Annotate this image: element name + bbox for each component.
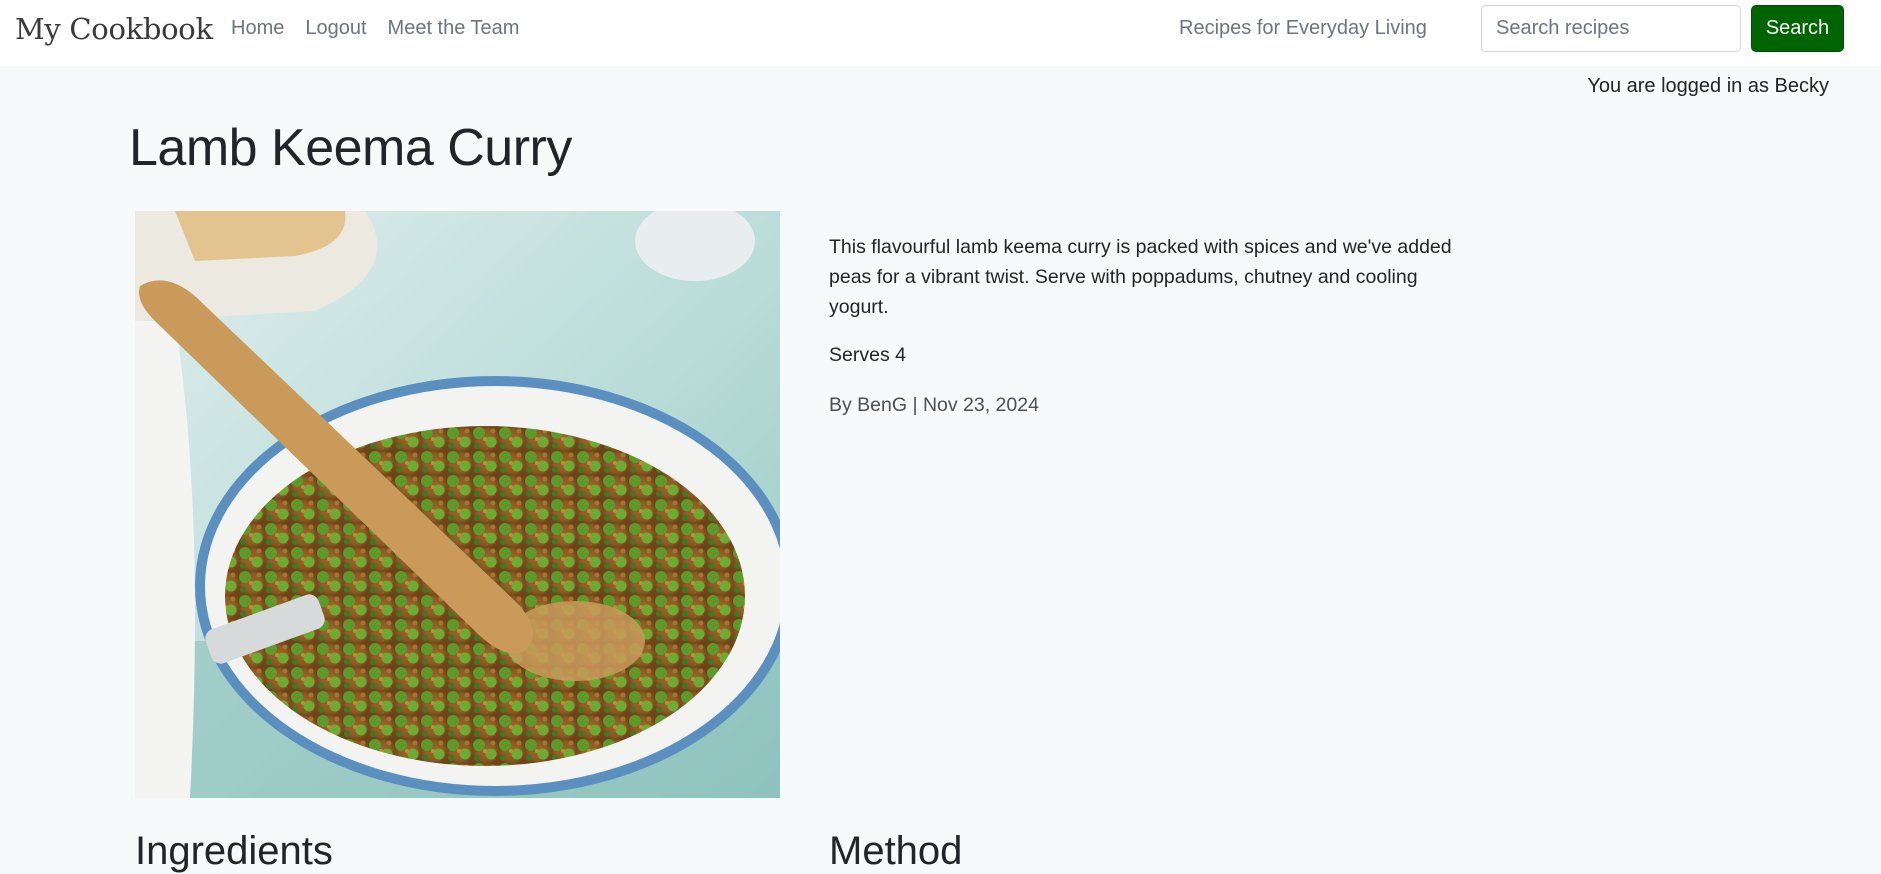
search-input[interactable] — [1481, 5, 1741, 52]
recipe-byline: By BenG | Nov 23, 2024 — [829, 394, 1039, 416]
recipe-photo-illustration — [135, 211, 780, 798]
nav-logout-link[interactable]: Logout — [305, 17, 366, 40]
nav-meet-the-team-link[interactable]: Meet the Team — [388, 17, 520, 40]
site-tagline: Recipes for Everyday Living — [1179, 17, 1427, 39]
method-heading: Method — [829, 829, 963, 873]
login-status: You are logged in as Becky — [1587, 75, 1829, 97]
recipe-serves: Serves 4 — [829, 344, 906, 366]
recipe-description: This flavourful lamb keema curry is pack… — [829, 236, 1452, 318]
nav-home-link[interactable]: Home — [231, 17, 284, 40]
navbar: My Cookbook Home Logout Meet the Team Re… — [0, 0, 1881, 66]
search-button[interactable]: Search — [1751, 5, 1844, 52]
ingredients-heading: Ingredients — [135, 829, 333, 873]
brand-logo-link[interactable]: My Cookbook — [15, 12, 213, 46]
nav-links: Home Logout Meet the Team — [231, 17, 519, 40]
recipe-photo — [135, 211, 780, 798]
recipe-title: Lamb Keema Curry — [129, 119, 572, 177]
